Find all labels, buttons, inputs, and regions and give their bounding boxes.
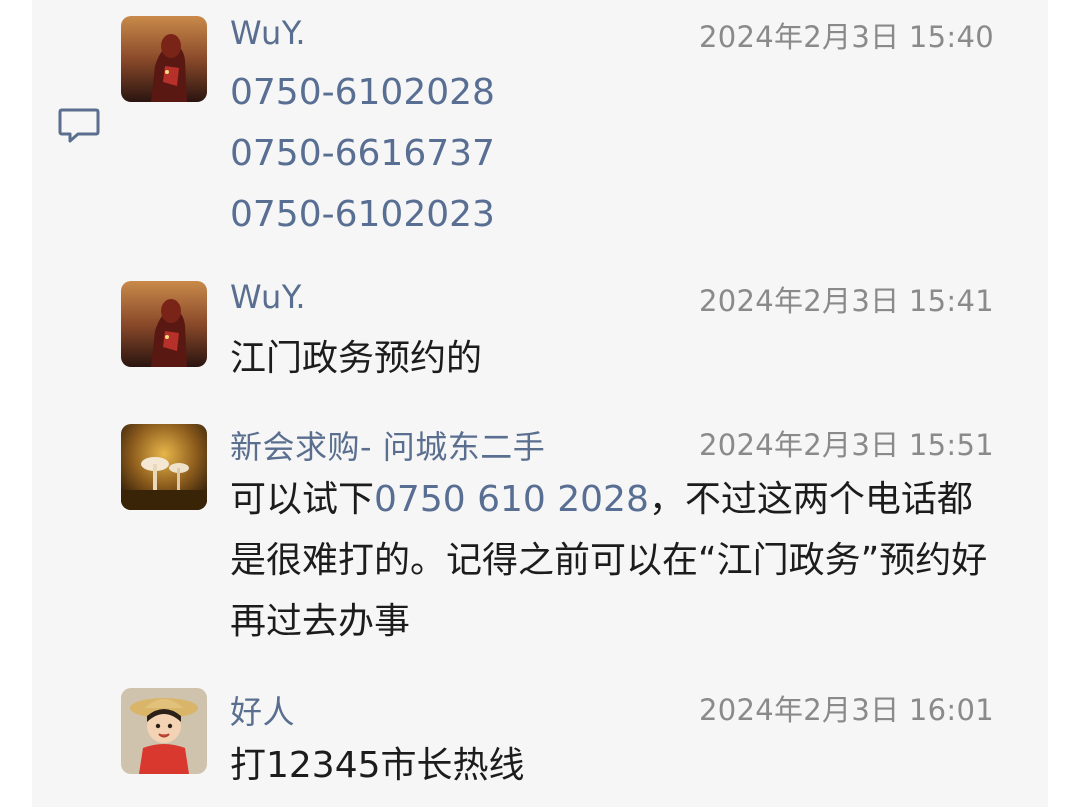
phone-link[interactable]: 0750-6102023 xyxy=(230,184,990,245)
comment-text: 打12345市长热线 xyxy=(230,745,525,786)
avatar-red-hero-icon xyxy=(121,281,207,367)
comment-body: 可以试下0750 610 2028，不过这两个电话都是很难打的。记得之前可以在“… xyxy=(230,469,990,652)
avatar[interactable] xyxy=(121,16,207,102)
avatar[interactable] xyxy=(121,281,207,367)
avatar-mushrooms-icon xyxy=(121,424,207,510)
avatar-cartoon-boy-icon xyxy=(121,688,207,774)
commenter-name[interactable]: WuY. xyxy=(230,278,306,316)
comment-text: 可以试下 xyxy=(230,479,375,520)
avatar-red-hero-icon xyxy=(121,16,207,102)
phone-link[interactable]: 0750 610 2028 xyxy=(374,479,649,520)
comment-time: 2024年2月3日 15:51 xyxy=(699,428,994,462)
commenter-name[interactable]: 新会求购- 问城东二手 xyxy=(230,422,545,468)
comment-time: 2024年2月3日 15:41 xyxy=(699,284,994,318)
comment-time: 2024年2月3日 15:40 xyxy=(699,20,994,54)
commenter-name[interactable]: WuY. xyxy=(230,14,306,52)
comment-item: 新会求购- 问城东二手 2024年2月3日 15:51 可以试下0750 610… xyxy=(0,410,1080,660)
comment-item: WuY. 2024年2月3日 15:40 0750-6102028 0750-6… xyxy=(0,0,1080,260)
comment-body: 0750-6102028 0750-6616737 0750-6102023 xyxy=(230,62,990,245)
comment-item: 好人 2024年2月3日 16:01 打12345市长热线 xyxy=(0,675,1080,807)
avatar[interactable] xyxy=(121,688,207,774)
comment-time: 2024年2月3日 16:01 xyxy=(699,693,994,727)
comment-text: 江门政务预约的 xyxy=(230,338,483,379)
phone-link[interactable]: 0750-6616737 xyxy=(230,123,990,184)
comment-item: WuY. 2024年2月3日 15:41 江门政务预约的 xyxy=(0,270,1080,400)
avatar[interactable] xyxy=(121,424,207,510)
phone-link[interactable]: 0750-6102028 xyxy=(230,62,990,123)
commenter-name[interactable]: 好人 xyxy=(230,687,295,733)
